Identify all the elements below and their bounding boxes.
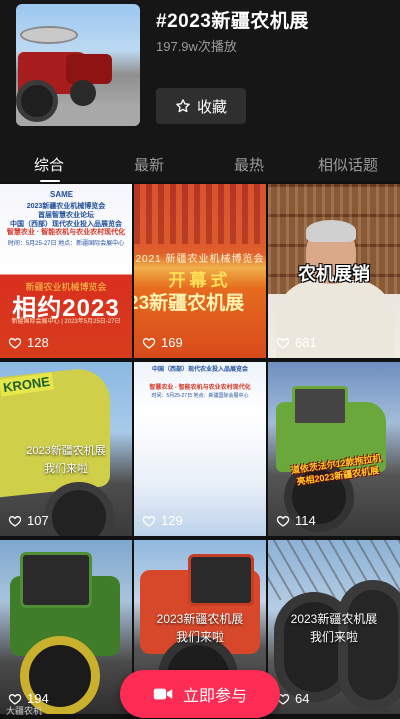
heart-icon xyxy=(142,337,156,349)
cover-tractor-2 xyxy=(66,54,112,84)
favorite-button[interactable]: 收藏 xyxy=(156,88,246,124)
like-count: 114 xyxy=(276,513,316,528)
like-count: 128 xyxy=(8,335,49,350)
like-count-value: 129 xyxy=(161,513,183,528)
topic-title: #2023新疆农机展 xyxy=(156,11,309,32)
tractor-cab xyxy=(188,554,254,606)
card-caption-line2: 我们来啦 xyxy=(44,463,88,475)
video-card[interactable]: 农机展销 681 xyxy=(268,184,400,358)
tractor-cab xyxy=(20,552,92,608)
active-tab-indicator xyxy=(40,180,60,182)
card-caption-line1: 2023新疆农机展 xyxy=(290,612,378,626)
heart-icon xyxy=(276,515,290,527)
video-card[interactable]: SAME 2023新疆农业机械博览会 首届智慧农业论坛 中国（西部）现代农业投入… xyxy=(0,184,132,358)
like-count-value: 64 xyxy=(295,691,310,706)
tab-bar: 综合 最新 最热 相似话题 xyxy=(0,150,400,182)
heart-icon xyxy=(142,515,156,527)
expo-logo: SAME xyxy=(50,190,74,199)
cover-wheel xyxy=(16,80,58,122)
star-icon xyxy=(176,99,190,113)
favorite-label: 收藏 xyxy=(196,98,227,116)
cover-dome xyxy=(20,26,78,44)
card-heading-line: 2023新疆农业机械博览会 xyxy=(26,203,106,210)
card-caption: 农机展销 xyxy=(298,264,370,284)
harvester-wheel xyxy=(44,482,114,536)
video-card[interactable]: 中国（西部）现代农业投入品展览会 智慧农业 · 智能农机与农业农村现代化 时间：… xyxy=(134,362,266,536)
card-caption-line1: 2023新疆农机展 xyxy=(156,612,244,626)
card-heading: 2023新疆农业机械博览会 首届智慧农业论坛 中国（西部）现代农业投入品展览会 xyxy=(0,202,132,229)
play-count: 197.9w次播放 xyxy=(156,39,237,54)
like-count: 107 xyxy=(8,513,49,528)
heart-icon xyxy=(8,515,22,527)
card-background-roof xyxy=(134,184,266,244)
card-heading: 中国（西部）现代农业投入品展览会 xyxy=(151,367,248,373)
presenter-hair xyxy=(306,220,356,242)
like-count-value: 169 xyxy=(161,335,183,350)
card-slogan: 智慧农业 · 智能农机与农业农村现代化 xyxy=(149,385,251,391)
topic-header: #2023新疆农机展 197.9w次播放 收藏 xyxy=(0,0,400,150)
like-count-value: 114 xyxy=(295,513,316,528)
like-count: 129 xyxy=(142,513,183,528)
tire-image-2 xyxy=(338,580,400,710)
card-big-text: 23新疆农机展 xyxy=(134,293,245,314)
card-footer-text: 新疆国际会展中心 | 2023年5月25日-27日 xyxy=(11,319,121,325)
video-card[interactable]: 2023新疆农机展 我们来啦 64 xyxy=(268,540,400,714)
like-count-value: 128 xyxy=(27,335,49,350)
video-card[interactable]: 194 xyxy=(0,540,132,714)
join-button-label: 立即参与 xyxy=(182,688,247,705)
card-caption-line2: 我们来啦 xyxy=(309,630,358,644)
heart-icon xyxy=(8,337,22,349)
card-info: 时间：5月25-27日 地点：新疆国际会展中心 xyxy=(151,393,249,399)
tractor-cab xyxy=(292,386,348,426)
card-heading: 2021 新疆农业机械博览会 xyxy=(135,254,265,265)
video-card[interactable]: KRONE 2023新疆农机展 我们来啦 107 xyxy=(0,362,132,536)
card-caption-line2: 我们来啦 xyxy=(175,630,224,644)
card-heading-line: 首届智慧农业论坛 xyxy=(38,212,94,219)
like-count-value: 107 xyxy=(27,513,49,528)
cover-wheel-2 xyxy=(70,80,96,106)
heart-icon xyxy=(276,337,290,349)
video-camera-icon xyxy=(153,688,173,700)
tab-hottest[interactable]: 最热 xyxy=(234,154,264,175)
like-count: 169 xyxy=(142,335,183,350)
tab-comprehensive[interactable]: 综合 xyxy=(34,154,64,175)
tab-latest[interactable]: 最新 xyxy=(134,154,164,175)
watermark-text: 大疆农机 xyxy=(6,706,43,716)
like-count: 681 xyxy=(276,335,317,350)
video-card[interactable]: 道依茨法尔12款拖拉机 亮相2023新疆农机展 114 xyxy=(268,362,400,536)
like-count: 64 xyxy=(276,691,309,706)
join-button[interactable]: 立即参与 xyxy=(120,670,280,718)
topic-cover-image[interactable] xyxy=(16,4,140,126)
card-slogan: 智慧农业 · 智能农机与农业农村现代化 xyxy=(6,229,126,236)
card-caption-line1: 2023新疆农机展 xyxy=(26,445,106,457)
like-count-value: 681 xyxy=(295,335,317,350)
card-info: 时间：5月25-27日 地点：新疆国际会展中心 xyxy=(7,241,125,247)
tab-similar-topics[interactable]: 相似话题 xyxy=(318,154,378,175)
video-card[interactable]: 2021 新疆农业机械博览会 开幕式 23新疆农机展 169 xyxy=(134,184,266,358)
